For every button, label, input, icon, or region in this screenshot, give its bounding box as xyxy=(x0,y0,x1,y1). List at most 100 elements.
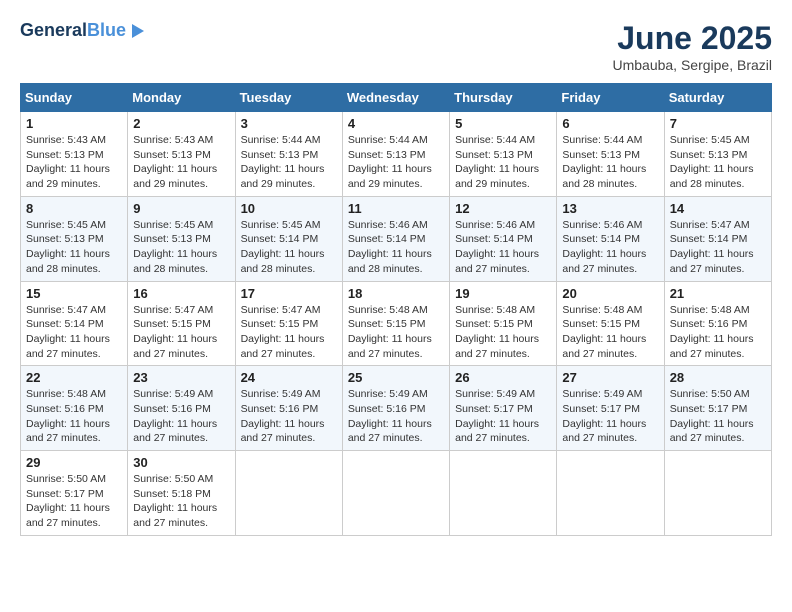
table-row: 29 Sunrise: 5:50 AMSunset: 5:17 PMDayligh… xyxy=(21,451,128,536)
table-row xyxy=(235,451,342,536)
table-row: 5 Sunrise: 5:44 AMSunset: 5:13 PMDaylight… xyxy=(450,112,557,197)
table-row: 17Sunrise: 5:47 AMSunset: 5:15 PMDayligh… xyxy=(235,281,342,366)
day-number: 30 xyxy=(133,455,229,470)
day-info: Sunrise: 5:47 AMSunset: 5:14 PMDaylight:… xyxy=(670,218,766,277)
day-number: 4 xyxy=(348,116,444,131)
table-row: 1 Sunrise: 5:43 AMSunset: 5:13 PMDaylight… xyxy=(21,112,128,197)
day-number: 28 xyxy=(670,370,766,385)
day-number: 25 xyxy=(348,370,444,385)
month-title: June 2025 xyxy=(612,20,772,57)
day-info: Sunrise: 5:43 AMSunset: 5:13 PMDaylight:… xyxy=(26,133,122,192)
logo-icon xyxy=(128,22,146,40)
day-info: Sunrise: 5:47 AMSunset: 5:14 PMDaylight:… xyxy=(26,303,122,362)
table-row: 12 Sunrise: 5:46 AMSunset: 5:14 PMDayligh… xyxy=(450,196,557,281)
table-row: 19 Sunrise: 5:48 AMSunset: 5:15 PMDayligh… xyxy=(450,281,557,366)
day-number: 15 xyxy=(26,286,122,301)
day-info: Sunrise: 5:45 AMSunset: 5:13 PMDaylight:… xyxy=(670,133,766,192)
table-row: 3 Sunrise: 5:44 AMSunset: 5:13 PMDaylight… xyxy=(235,112,342,197)
day-number: 20 xyxy=(562,286,658,301)
day-number: 3 xyxy=(241,116,337,131)
day-number: 26 xyxy=(455,370,551,385)
day-info: Sunrise: 5:50 AMSunset: 5:17 PMDaylight:… xyxy=(670,387,766,446)
day-number: 19 xyxy=(455,286,551,301)
table-row: 18 Sunrise: 5:48 AMSunset: 5:15 PMDayligh… xyxy=(342,281,449,366)
day-info: Sunrise: 5:44 AMSunset: 5:13 PMDaylight:… xyxy=(241,133,337,192)
table-row xyxy=(557,451,664,536)
day-info: Sunrise: 5:43 AMSunset: 5:13 PMDaylight:… xyxy=(133,133,229,192)
calendar-week-row: 8 Sunrise: 5:45 AMSunset: 5:13 PMDaylight… xyxy=(21,196,772,281)
day-number: 22 xyxy=(26,370,122,385)
day-info: Sunrise: 5:49 AMSunset: 5:16 PMDaylight:… xyxy=(348,387,444,446)
day-number: 23 xyxy=(133,370,229,385)
table-row xyxy=(664,451,771,536)
table-row: 15 Sunrise: 5:47 AMSunset: 5:14 PMDayligh… xyxy=(21,281,128,366)
location-subtitle: Umbauba, Sergipe, Brazil xyxy=(612,57,772,73)
day-number: 12 xyxy=(455,201,551,216)
calendar-week-row: 15 Sunrise: 5:47 AMSunset: 5:14 PMDayligh… xyxy=(21,281,772,366)
table-row: 27Sunrise: 5:49 AMSunset: 5:17 PMDayligh… xyxy=(557,366,664,451)
table-row: 20Sunrise: 5:48 AMSunset: 5:15 PMDayligh… xyxy=(557,281,664,366)
day-info: Sunrise: 5:45 AMSunset: 5:13 PMDaylight:… xyxy=(26,218,122,277)
day-number: 2 xyxy=(133,116,229,131)
day-info: Sunrise: 5:46 AMSunset: 5:14 PMDaylight:… xyxy=(562,218,658,277)
day-info: Sunrise: 5:48 AMSunset: 5:15 PMDaylight:… xyxy=(348,303,444,362)
day-number: 6 xyxy=(562,116,658,131)
calendar-header-row: Sunday Monday Tuesday Wednesday Thursday… xyxy=(21,84,772,112)
table-row: 28 Sunrise: 5:50 AMSunset: 5:17 PMDayligh… xyxy=(664,366,771,451)
day-number: 13 xyxy=(562,201,658,216)
day-info: Sunrise: 5:44 AMSunset: 5:13 PMDaylight:… xyxy=(455,133,551,192)
day-info: Sunrise: 5:50 AMSunset: 5:17 PMDaylight:… xyxy=(26,472,122,531)
table-row: 2 Sunrise: 5:43 AMSunset: 5:13 PMDaylight… xyxy=(128,112,235,197)
table-row: 8 Sunrise: 5:45 AMSunset: 5:13 PMDaylight… xyxy=(21,196,128,281)
calendar-week-row: 1 Sunrise: 5:43 AMSunset: 5:13 PMDaylight… xyxy=(21,112,772,197)
table-row: 9Sunrise: 5:45 AMSunset: 5:13 PMDaylight… xyxy=(128,196,235,281)
day-info: Sunrise: 5:47 AMSunset: 5:15 PMDaylight:… xyxy=(241,303,337,362)
day-number: 21 xyxy=(670,286,766,301)
col-friday: Friday xyxy=(557,84,664,112)
table-row: 4 Sunrise: 5:44 AMSunset: 5:13 PMDaylight… xyxy=(342,112,449,197)
calendar-table: Sunday Monday Tuesday Wednesday Thursday… xyxy=(20,83,772,536)
day-number: 27 xyxy=(562,370,658,385)
table-row: 10 Sunrise: 5:45 AMSunset: 5:14 PMDayligh… xyxy=(235,196,342,281)
table-row xyxy=(450,451,557,536)
day-info: Sunrise: 5:47 AMSunset: 5:15 PMDaylight:… xyxy=(133,303,229,362)
day-number: 11 xyxy=(348,201,444,216)
day-number: 29 xyxy=(26,455,122,470)
day-number: 16 xyxy=(133,286,229,301)
day-info: Sunrise: 5:50 AMSunset: 5:18 PMDaylight:… xyxy=(133,472,229,531)
table-row: 26 Sunrise: 5:49 AMSunset: 5:17 PMDayligh… xyxy=(450,366,557,451)
day-number: 1 xyxy=(26,116,122,131)
col-tuesday: Tuesday xyxy=(235,84,342,112)
logo: GeneralBlue xyxy=(20,20,146,42)
title-block: June 2025 Umbauba, Sergipe, Brazil xyxy=(612,20,772,73)
day-info: Sunrise: 5:44 AMSunset: 5:13 PMDaylight:… xyxy=(348,133,444,192)
col-saturday: Saturday xyxy=(664,84,771,112)
col-thursday: Thursday xyxy=(450,84,557,112)
col-monday: Monday xyxy=(128,84,235,112)
day-info: Sunrise: 5:49 AMSunset: 5:16 PMDaylight:… xyxy=(241,387,337,446)
table-row: 13 Sunrise: 5:46 AMSunset: 5:14 PMDayligh… xyxy=(557,196,664,281)
table-row: 11 Sunrise: 5:46 AMSunset: 5:14 PMDayligh… xyxy=(342,196,449,281)
day-number: 8 xyxy=(26,201,122,216)
col-sunday: Sunday xyxy=(21,84,128,112)
day-info: Sunrise: 5:45 AMSunset: 5:14 PMDaylight:… xyxy=(241,218,337,277)
day-number: 9 xyxy=(133,201,229,216)
calendar-week-row: 22Sunrise: 5:48 AMSunset: 5:16 PMDayligh… xyxy=(21,366,772,451)
table-row: 24Sunrise: 5:49 AMSunset: 5:16 PMDayligh… xyxy=(235,366,342,451)
day-info: Sunrise: 5:46 AMSunset: 5:14 PMDaylight:… xyxy=(348,218,444,277)
day-info: Sunrise: 5:49 AMSunset: 5:17 PMDaylight:… xyxy=(455,387,551,446)
table-row: 16 Sunrise: 5:47 AMSunset: 5:15 PMDayligh… xyxy=(128,281,235,366)
day-number: 5 xyxy=(455,116,551,131)
day-number: 18 xyxy=(348,286,444,301)
day-number: 10 xyxy=(241,201,337,216)
calendar-week-row: 29 Sunrise: 5:50 AMSunset: 5:17 PMDayligh… xyxy=(21,451,772,536)
day-info: Sunrise: 5:44 AMSunset: 5:13 PMDaylight:… xyxy=(562,133,658,192)
day-number: 14 xyxy=(670,201,766,216)
table-row: 30 Sunrise: 5:50 AMSunset: 5:18 PMDayligh… xyxy=(128,451,235,536)
table-row: 21Sunrise: 5:48 AMSunset: 5:16 PMDayligh… xyxy=(664,281,771,366)
day-info: Sunrise: 5:46 AMSunset: 5:14 PMDaylight:… xyxy=(455,218,551,277)
day-info: Sunrise: 5:48 AMSunset: 5:15 PMDaylight:… xyxy=(455,303,551,362)
table-row: 7Sunrise: 5:45 AMSunset: 5:13 PMDaylight… xyxy=(664,112,771,197)
table-row xyxy=(342,451,449,536)
table-row: 22Sunrise: 5:48 AMSunset: 5:16 PMDayligh… xyxy=(21,366,128,451)
